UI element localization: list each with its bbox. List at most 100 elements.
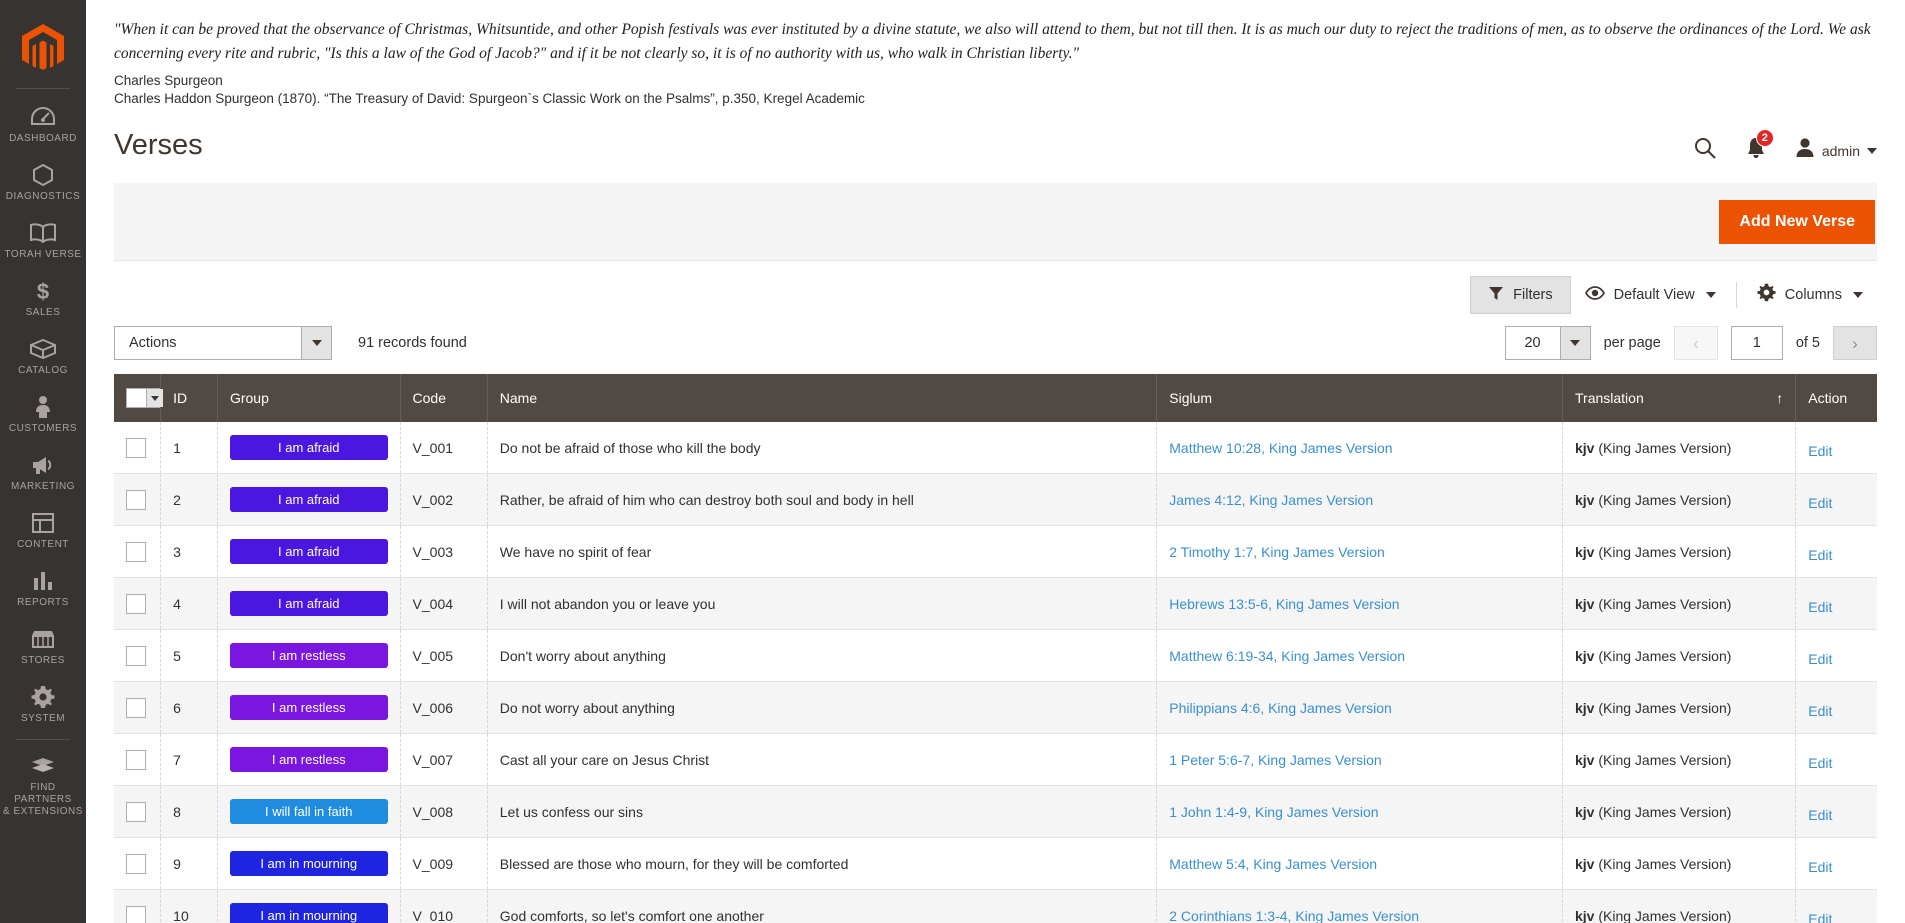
row-select-cell[interactable] [114, 629, 162, 682]
row-checkbox[interactable] [126, 749, 146, 770]
header-code[interactable]: Code [400, 374, 488, 422]
select-all-dropdown[interactable] [126, 388, 164, 408]
edit-link[interactable]: Edit [1808, 489, 1832, 511]
default-view-button[interactable]: Default View [1571, 278, 1730, 312]
edit-link[interactable]: Edit [1808, 645, 1832, 667]
header-group[interactable]: Group [217, 374, 401, 422]
sidebar-item-find-partners-extensions[interactable]: Find Partners & Extensions [0, 744, 86, 826]
sidebar-item-torah-verse[interactable]: Torah Verse [0, 211, 86, 269]
edit-link[interactable]: Edit [1808, 697, 1832, 719]
row-checkbox[interactable] [126, 905, 146, 923]
row-checkbox[interactable] [126, 645, 146, 666]
chevron-down-icon [1559, 327, 1590, 359]
admin-user-menu[interactable]: admin [1795, 137, 1877, 164]
cell-name: Rather, be afraid of him who can destroy… [487, 473, 1158, 526]
table-row[interactable]: 6 I am restless V_006 Do not worry about an… [114, 681, 1877, 734]
edit-link[interactable]: Edit [1808, 905, 1832, 923]
row-select-cell[interactable] [114, 837, 162, 890]
table-row[interactable]: 4 I am afraid V_004 I will not abandon you … [114, 577, 1877, 630]
table-row[interactable]: 10 I am in mourning V_010 God comforts, so … [114, 889, 1877, 923]
table-row[interactable]: 5 I am restless V_005 Don't worry about any… [114, 629, 1877, 682]
siglum-link[interactable]: James 4:12, King James Version [1169, 492, 1373, 508]
actions-select[interactable]: Actions [114, 326, 332, 360]
row-select-cell[interactable] [114, 473, 162, 526]
sidebar-item-sales[interactable]: $ Sales [0, 269, 86, 327]
sidebar-item-customers[interactable]: Customers [0, 385, 86, 443]
cell-translation: kjv (King James Version) [1562, 785, 1797, 838]
add-new-verse-button[interactable]: Add New Verse [1719, 199, 1875, 244]
per-page-select[interactable]: 20 [1504, 326, 1591, 360]
row-checkbox[interactable] [126, 801, 146, 822]
cell-name: Don't worry about anything [487, 629, 1158, 682]
cell-action: Edit [1795, 577, 1877, 630]
layout-icon [31, 510, 55, 536]
sidebar-item-diagnostics[interactable]: Diagnostics [0, 153, 86, 211]
table-row[interactable]: 1 I am afraid V_001 Do not be afraid of tho… [114, 422, 1877, 474]
next-page-button[interactable]: › [1833, 326, 1877, 360]
header-translation[interactable]: Translation ↑ [1562, 374, 1797, 422]
edit-link[interactable]: Edit [1808, 437, 1832, 459]
sidebar-item-reports[interactable]: Reports [0, 559, 86, 617]
siglum-link[interactable]: 2 Timothy 1:7, King James Version [1169, 544, 1385, 560]
table-row[interactable]: 7 I am restless V_007 Cast all your care on… [114, 733, 1877, 786]
edit-link[interactable]: Edit [1808, 541, 1832, 563]
cell-translation: kjv (King James Version) [1562, 422, 1797, 474]
siglum-link[interactable]: 1 Peter 5:6-7, King James Version [1169, 752, 1381, 768]
siglum-link[interactable]: Hebrews 13:5-6, King James Version [1169, 596, 1399, 612]
row-select-cell[interactable] [114, 733, 162, 786]
table-row[interactable]: 2 I am afraid V_002 Rather, be afraid of hi… [114, 473, 1877, 526]
row-select-cell[interactable] [114, 681, 162, 734]
notifications-button[interactable]: 2 [1745, 129, 1774, 165]
siglum-link[interactable]: Matthew 6:19-34, King James Version [1169, 648, 1405, 664]
filters-button[interactable]: Filters [1470, 275, 1571, 314]
diagnostics-icon [31, 162, 55, 188]
cell-siglum: James 4:12, King James Version [1156, 473, 1563, 526]
edit-link[interactable]: Edit [1808, 853, 1832, 875]
row-checkbox[interactable] [126, 853, 146, 874]
row-checkbox[interactable] [126, 541, 146, 562]
table-row[interactable]: 8 I will fall in faith V_008 Let us confess… [114, 785, 1877, 838]
edit-link[interactable]: Edit [1808, 749, 1832, 771]
page-number-input[interactable] [1730, 326, 1783, 360]
cell-name: Do not worry about anything [487, 681, 1158, 734]
sidebar-item-system[interactable]: System [0, 675, 86, 733]
row-select-cell[interactable] [114, 422, 162, 474]
massaction-left: Actions 91 records found [114, 326, 467, 360]
notifications-badge: 2 [1755, 129, 1774, 147]
header-name[interactable]: Name [487, 374, 1158, 422]
siglum-link[interactable]: Matthew 10:28, King James Version [1169, 440, 1392, 456]
header-siglum[interactable]: Siglum [1156, 374, 1563, 422]
siglum-link[interactable]: 1 John 1:4-9, King James Version [1169, 804, 1378, 820]
translation-name: (King James Version) [1594, 699, 1732, 716]
sidebar-item-stores[interactable]: Stores [0, 617, 86, 675]
table-row[interactable]: 3 I am afraid V_003 We have no spirit of fe… [114, 525, 1877, 578]
columns-button[interactable]: Columns [1743, 275, 1877, 314]
search-button[interactable] [1693, 136, 1717, 165]
sidebar-item-dashboard[interactable]: Dashboard [0, 95, 86, 153]
row-checkbox[interactable] [126, 489, 146, 510]
row-select-cell[interactable] [114, 785, 162, 838]
magento-logo[interactable] [0, 10, 86, 86]
header-id[interactable]: ID [160, 374, 218, 422]
siglum-link[interactable]: Matthew 5:4, King James Version [1169, 856, 1377, 872]
select-all-checkbox[interactable] [127, 389, 146, 407]
row-checkbox[interactable] [126, 697, 146, 718]
edit-link[interactable]: Edit [1808, 593, 1832, 615]
sidebar-item-marketing[interactable]: Marketing [0, 443, 86, 501]
row-select-cell[interactable] [114, 525, 162, 578]
siglum-link[interactable]: 2 Corinthians 1:3-4, King James Version [1169, 908, 1419, 923]
row-checkbox[interactable] [126, 593, 146, 614]
previous-page-button[interactable]: ‹ [1673, 326, 1718, 360]
cell-siglum: 1 John 1:4-9, King James Version [1156, 785, 1563, 838]
chevron-down-icon[interactable] [146, 389, 163, 407]
row-select-cell[interactable] [114, 577, 162, 630]
sidebar-item-label: Customers [8, 423, 78, 434]
edit-link[interactable]: Edit [1808, 801, 1832, 823]
row-checkbox[interactable] [126, 437, 146, 458]
row-select-cell[interactable] [114, 889, 162, 923]
sidebar-item-catalog[interactable]: Catalog [0, 327, 86, 385]
header-select-all[interactable] [114, 374, 164, 422]
siglum-link[interactable]: Philippians 4:6, King James Version [1169, 700, 1392, 716]
sidebar-item-content[interactable]: Content [0, 501, 86, 559]
table-row[interactable]: 9 I am in mourning V_009 Blessed are those … [114, 837, 1877, 890]
